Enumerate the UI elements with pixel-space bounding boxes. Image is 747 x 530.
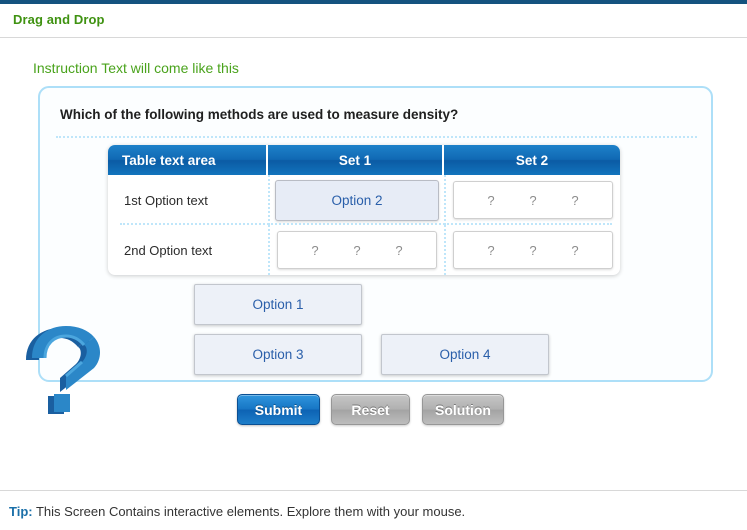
tip-label: Tip: <box>9 504 33 519</box>
draggable-option-4[interactable]: Option 4 <box>381 334 549 375</box>
question-text: Which of the following methods are used … <box>60 107 459 122</box>
title-bar: Drag and Drop <box>0 4 747 38</box>
placeholder-question-icon: ? <box>353 242 361 258</box>
table-header-cell-2: Set 2 <box>444 145 620 175</box>
placeholder-question-icon: ? <box>487 242 495 258</box>
table-header-label-0: Table text area <box>122 152 216 168</box>
question-mark-3d-icon <box>12 322 112 417</box>
dropzone-table: Table text area Set 1 Set 2 1st Option t… <box>108 145 620 275</box>
table-header-cell-1: Set 1 <box>268 145 444 175</box>
placeholder-question-icon: ? <box>487 192 495 208</box>
row-label-1: 2nd Option text <box>124 242 213 258</box>
row-label-0: 1st Option text <box>124 192 208 208</box>
solution-button[interactable]: Solution <box>422 394 504 425</box>
table-row: 2nd Option text ? ? ? ? ? ? <box>108 225 620 275</box>
submit-button[interactable]: Submit <box>237 394 320 425</box>
activity-panel: Which of the following methods are used … <box>38 86 713 382</box>
placeholder-question-icon: ? <box>529 242 537 258</box>
dropzone-cell-r0c1[interactable]: ? ? ? <box>444 175 620 225</box>
dropzone-cell-r0c0[interactable]: Option 2 <box>268 175 444 225</box>
placeholder-question-icon: ? <box>395 242 403 258</box>
reset-button[interactable]: Reset <box>331 394 410 425</box>
dropzone-empty[interactable]: ? ? ? <box>277 231 437 269</box>
table-header-cell-0: Table text area <box>108 145 268 175</box>
dropzone-cell-r1c1[interactable]: ? ? ? <box>444 225 620 275</box>
placeholder-question-icon: ? <box>571 242 579 258</box>
footer-tip: Tip: This Screen Contains interactive el… <box>9 504 465 519</box>
dropzone-filled[interactable]: Option 2 <box>275 179 439 221</box>
table-header-label-2: Set 2 <box>515 152 549 168</box>
tip-text: This Screen Contains interactive element… <box>32 504 466 519</box>
footer-divider <box>0 490 747 491</box>
placeholder-question-icon: ? <box>311 242 319 258</box>
instruction-text: Instruction Text will come like this <box>33 60 239 76</box>
placeholder-question-icon: ? <box>529 192 537 208</box>
dropzone-empty[interactable]: ? ? ? <box>453 181 613 219</box>
draggable-option-1[interactable]: Option 1 <box>194 284 362 325</box>
page-title: Drag and Drop <box>13 12 105 27</box>
question-divider <box>56 136 697 138</box>
table-row: 1st Option text Option 2 ? ? ? <box>108 175 620 225</box>
dropped-option-label: Option 2 <box>331 192 383 208</box>
dropzone-empty[interactable]: ? ? ? <box>453 231 613 269</box>
table-header-row: Table text area Set 1 Set 2 <box>108 145 620 175</box>
draggable-option-3[interactable]: Option 3 <box>194 334 362 375</box>
dropzone-cell-r1c0[interactable]: ? ? ? <box>268 225 444 275</box>
table-header-label-1: Set 1 <box>338 152 372 168</box>
placeholder-question-icon: ? <box>571 192 579 208</box>
